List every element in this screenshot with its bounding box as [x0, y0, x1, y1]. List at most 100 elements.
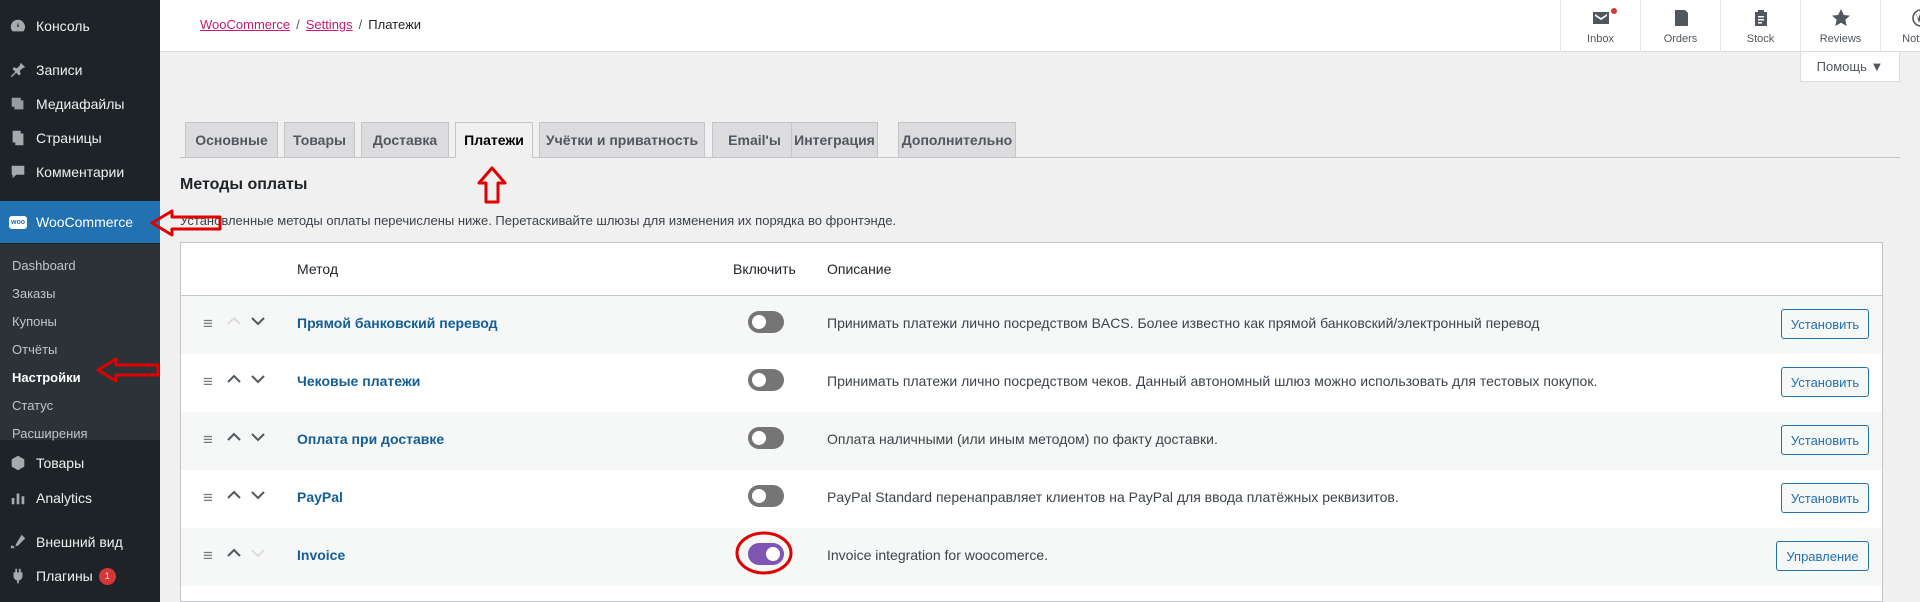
woocommerce-header: WooCommerce / Settings / Платежи Inbox Order…	[160, 0, 1920, 52]
method-description: PayPal Standard перенаправляет клиентов …	[827, 489, 1399, 505]
sidebar-item-console[interactable]: Консоль	[0, 9, 160, 43]
method-name-link[interactable]: Оплата при доставке	[297, 431, 444, 447]
method-name-link[interactable]: Чековые платежи	[297, 373, 420, 389]
breadcrumb-current: Платежи	[368, 17, 422, 32]
plugins-update-badge: 1	[98, 567, 116, 585]
submenu-item-coupons[interactable]: Купоны	[12, 312, 57, 332]
annotation-arrow-payments-tab	[477, 166, 507, 204]
method-name-link[interactable]: Invoice	[297, 547, 345, 563]
tab-products[interactable]: Товары	[284, 122, 355, 158]
sidebar-item-label: Плагины	[36, 568, 93, 584]
drag-handle-icon[interactable]: ≡	[203, 314, 213, 334]
move-up-icon[interactable]	[223, 484, 245, 506]
sidebar-item-woocommerce[interactable]: woo WooCommerce	[0, 201, 160, 243]
table-row: ≡ PayPal PayPal Standard перенаправляет …	[181, 470, 1882, 528]
breadcrumb-link-woocommerce[interactable]: WooCommerce	[200, 17, 290, 32]
move-up-icon[interactable]	[223, 368, 245, 390]
breadcrumb-separator: /	[358, 17, 363, 32]
sidebar-item-appearance[interactable]: Внешний вид	[0, 525, 160, 559]
setup-button[interactable]: Установить	[1781, 309, 1869, 339]
toolbar-label: Reviews	[1819, 33, 1862, 45]
toggle-knob	[752, 431, 766, 445]
manage-button[interactable]: Управление	[1776, 541, 1869, 571]
tab-general[interactable]: Основные	[185, 122, 278, 158]
method-name-link[interactable]: PayPal	[297, 489, 343, 505]
submenu-item-orders[interactable]: Заказы	[12, 284, 55, 304]
toolbar-stock[interactable]: Stock	[1720, 0, 1800, 52]
orders-icon	[1641, 8, 1720, 30]
toolbar-inbox[interactable]: Inbox	[1560, 0, 1640, 52]
sidebar-item-label: Analytics	[36, 490, 93, 506]
column-header-enable: Включить	[733, 261, 796, 277]
method-name-link[interactable]: Прямой банковский перевод	[297, 315, 498, 331]
tab-shipping[interactable]: Доставка	[361, 122, 449, 158]
woocommerce-submenu: Dashboard Заказы Купоны Отчёты Настройки…	[0, 244, 160, 441]
toolbar-label: Stock	[1746, 33, 1775, 45]
method-description: Принимать платежи лично посредством BACS…	[827, 315, 1540, 331]
table-row: ≡ Чековые платежи Принимать платежи личн…	[181, 354, 1882, 412]
method-description: Invoice integration for woocomerce.	[827, 547, 1048, 563]
table-row: ≡ Прямой банковский перевод Принимать пл…	[181, 296, 1882, 354]
help-button[interactable]: Помощь ▼	[1800, 52, 1900, 82]
setup-button[interactable]: Установить	[1781, 425, 1869, 455]
tab-integration[interactable]: Интеграция	[791, 122, 878, 158]
move-down-icon[interactable]	[247, 368, 269, 390]
sidebar-item-analytics[interactable]: Analytics	[0, 481, 160, 515]
sidebar-item-label: WooCommerce	[36, 214, 133, 230]
tab-advanced[interactable]: Дополнительно	[898, 122, 1016, 158]
payment-methods-table: Метод Включить Описание ≡ Прямой банковс…	[180, 242, 1883, 602]
move-down-icon[interactable]	[247, 484, 269, 506]
submenu-item-dashboard[interactable]: Dashboard	[12, 256, 76, 276]
sidebar-item-label: Товары	[36, 455, 85, 471]
toggle-knob	[752, 373, 766, 387]
drag-handle-icon[interactable]: ≡	[203, 488, 213, 508]
submenu-item-status[interactable]: Статус	[12, 396, 53, 416]
move-down-icon[interactable]	[247, 426, 269, 448]
toggle-knob	[766, 547, 780, 561]
drag-handle-icon[interactable]: ≡	[203, 546, 213, 566]
setup-button[interactable]: Установить	[1781, 367, 1869, 397]
sidebar-item-comments[interactable]: Комментарии	[0, 155, 160, 189]
sidebar-item-products[interactable]: Товары	[0, 446, 160, 480]
toolbar-orders[interactable]: Orders	[1640, 0, 1720, 52]
section-title: Методы оплаты	[180, 176, 308, 193]
drag-handle-icon[interactable]: ≡	[203, 430, 213, 450]
tab-payments[interactable]: Платежи	[455, 122, 533, 158]
star-icon	[1801, 8, 1880, 30]
enable-toggle[interactable]	[748, 311, 784, 333]
enable-toggle[interactable]	[748, 369, 784, 391]
enable-toggle[interactable]	[748, 427, 784, 449]
tab-accounts-privacy[interactable]: Учётки и приватность	[539, 122, 705, 158]
move-up-icon[interactable]	[223, 426, 245, 448]
table-row: ≡ Оплата при доставке Оплата наличными (…	[181, 412, 1882, 470]
products-icon	[0, 454, 36, 472]
tab-emails[interactable]: Email'ы	[712, 122, 797, 158]
sidebar-item-posts[interactable]: Записи	[0, 53, 160, 87]
enable-toggle[interactable]	[748, 485, 784, 507]
sidebar-item-pages[interactable]: Страницы	[0, 121, 160, 155]
woocommerce-icon: woo	[0, 215, 36, 229]
toggle-knob	[752, 315, 766, 329]
toolbar-reviews[interactable]: Reviews	[1800, 0, 1880, 52]
pin-icon	[0, 61, 36, 79]
toolbar-label: Orders	[1663, 33, 1698, 45]
sidebar-item-label: Записи	[36, 62, 83, 78]
toolbar-label: Inbox	[1587, 33, 1614, 45]
submenu-item-settings[interactable]: Настройки	[12, 368, 81, 388]
toolbar-notices[interactable]: Notices	[1880, 0, 1920, 52]
sidebar-item-media[interactable]: Медиафайлы	[0, 87, 160, 121]
sidebar-item-label: Комментарии	[36, 164, 125, 180]
move-up-icon	[223, 310, 245, 332]
breadcrumb-separator: /	[296, 17, 300, 32]
submenu-item-extensions[interactable]: Расширения	[12, 424, 88, 444]
admin-sidebar: Консоль Записи Медиафайлы Страницы Комме…	[0, 0, 160, 602]
move-up-icon[interactable]	[223, 542, 245, 564]
breadcrumb-link-settings[interactable]: Settings	[306, 17, 353, 32]
submenu-item-reports[interactable]: Отчёты	[12, 340, 57, 360]
drag-handle-icon[interactable]: ≡	[203, 372, 213, 392]
enable-toggle[interactable]	[748, 543, 784, 565]
setup-button[interactable]: Установить	[1781, 483, 1869, 513]
sidebar-item-plugins[interactable]: Плагины 1	[0, 559, 160, 593]
move-down-icon[interactable]	[247, 310, 269, 332]
sidebar-item-label: Внешний вид	[36, 534, 123, 550]
